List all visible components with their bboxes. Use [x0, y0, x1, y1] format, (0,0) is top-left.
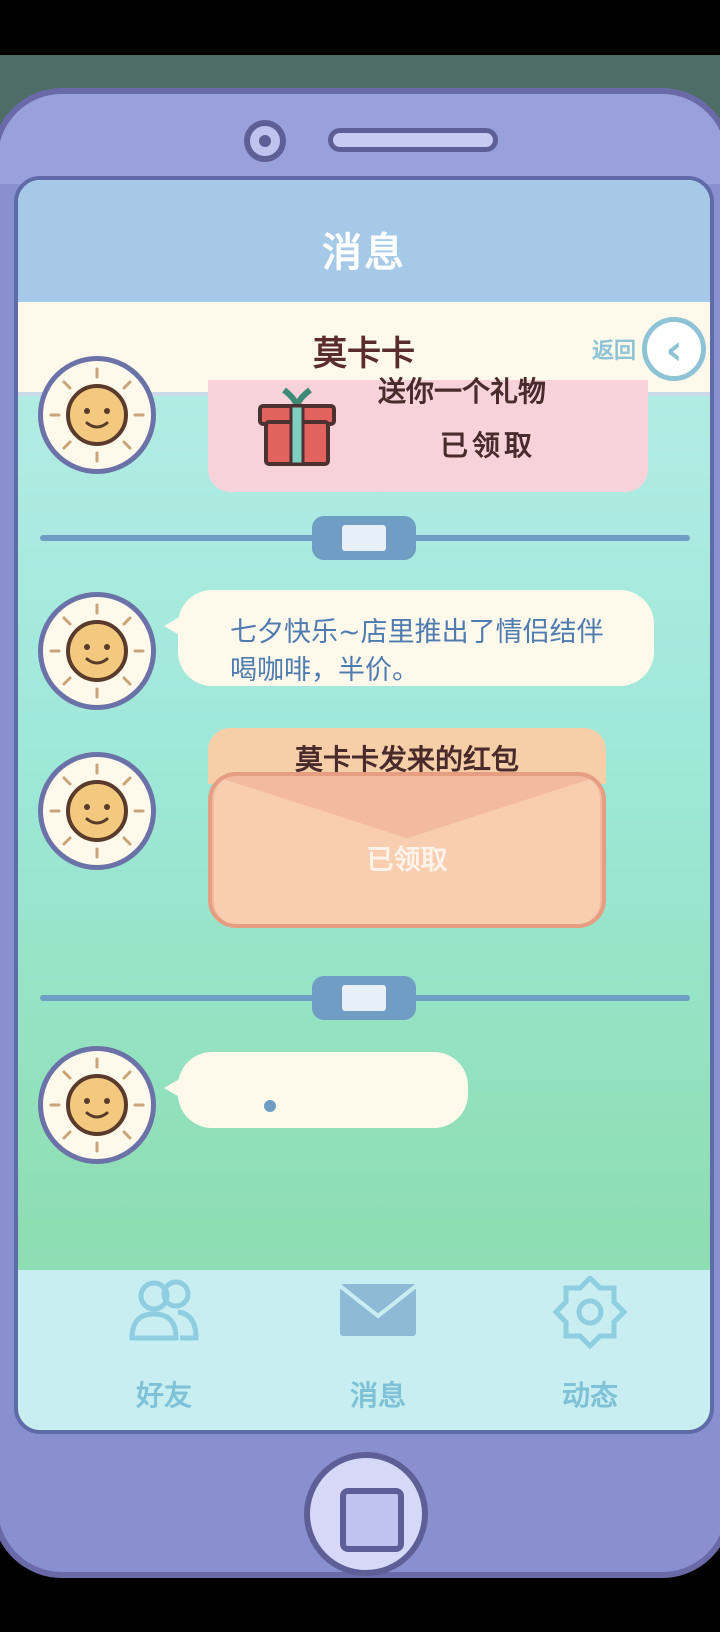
typing-dot: [264, 1100, 276, 1112]
tab-label: 动态: [561, 1379, 618, 1412]
page-title: 消息: [322, 230, 406, 276]
mail-icon: [338, 1284, 418, 1336]
gift-box-icon: [258, 387, 336, 466]
chevron-left-icon: ‹: [642, 317, 706, 381]
app-header: 消息: [18, 180, 710, 302]
tab-label: 好友: [135, 1379, 192, 1412]
moments-icon: [552, 1276, 628, 1350]
envelope-icon: [312, 516, 416, 560]
avatar[interactable]: [38, 592, 156, 710]
tab-friends[interactable]: 好友: [84, 1270, 244, 1430]
back-button[interactable]: 返回 ‹: [592, 314, 706, 384]
tab-label: 消息: [349, 1379, 406, 1412]
back-label: 返回: [591, 339, 636, 364]
sun-face-icon: [49, 1057, 145, 1153]
tab-messages[interactable]: 消息: [298, 1270, 458, 1430]
chat-bubble[interactable]: 七夕快乐~店里推出了情侣结伴喝咖啡，半价。: [164, 590, 654, 686]
sun-face-icon: [49, 603, 145, 699]
typing-bubble: [164, 1052, 468, 1128]
camera-icon: [244, 120, 286, 162]
speaker-grille: [328, 128, 498, 152]
red-packet-card[interactable]: 莫卡卡发来的红包 已领取: [208, 728, 606, 928]
gift-text: 送你一个礼物: [378, 375, 547, 408]
message-text: 七夕快乐~店里推出了情侣结伴喝咖啡，半价。: [230, 617, 604, 686]
avatar[interactable]: [38, 1046, 156, 1164]
phone-screen: 消息 莫卡卡 返回 ‹ 送你一个礼物 已领取 七夕快乐~店里推出了情侣结伴喝咖啡…: [14, 176, 714, 1434]
tab-moments[interactable]: 动态: [510, 1270, 670, 1430]
avatar[interactable]: [38, 752, 156, 870]
red-packet-status: 已领取: [366, 845, 448, 876]
envelope-icon: [312, 976, 416, 1020]
avatar[interactable]: [38, 356, 156, 474]
gift-status: 已领取: [440, 429, 537, 462]
home-button[interactable]: [304, 1452, 428, 1576]
sun-face-icon: [49, 367, 145, 463]
gift-message-card[interactable]: 送你一个礼物 已领取: [208, 375, 648, 492]
friends-icon: [129, 1279, 199, 1341]
sun-face-icon: [49, 763, 145, 859]
bottom-tab-bar: 好友 消息 动态: [18, 1270, 710, 1430]
